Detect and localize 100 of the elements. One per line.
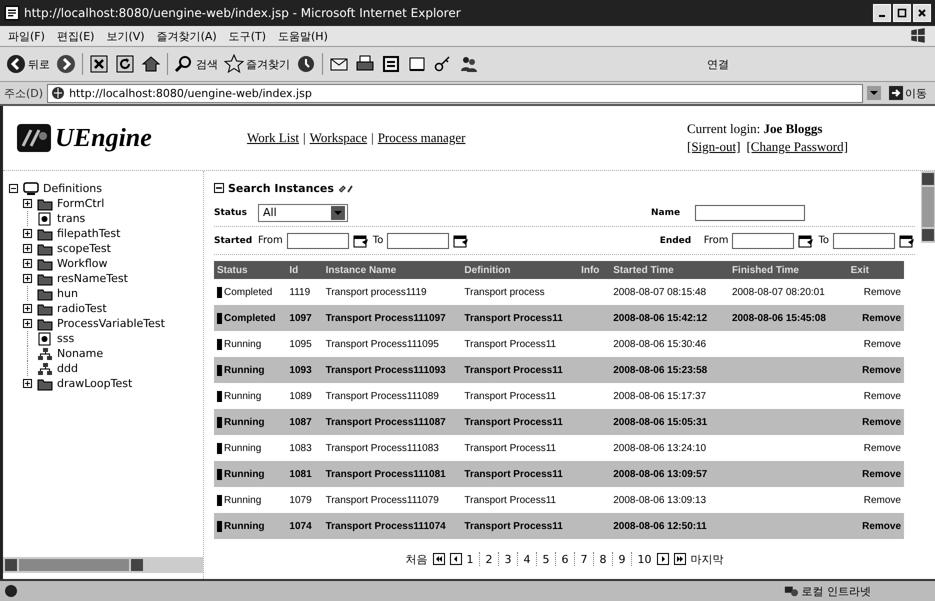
calendar-icon[interactable] (798, 234, 814, 248)
nav-link[interactable]: Work List (247, 130, 300, 146)
go-button[interactable]: 이동 (885, 86, 931, 100)
tree-item[interactable]: scopeTest (57, 242, 111, 255)
tree-item[interactable]: ProcessVariableTest (57, 317, 165, 330)
folder-icon (37, 256, 53, 270)
calendar-icon[interactable] (453, 234, 470, 248)
address-field[interactable]: http://localhost:8080/uengine-web/index.jsp (47, 84, 863, 102)
tree-item[interactable]: Noname (57, 347, 104, 360)
page-link[interactable]: 8 (600, 552, 606, 566)
current-login-text: Current login: Joe Bloggs (687, 121, 824, 137)
remove-link[interactable]: Remove (864, 442, 901, 454)
calendar-icon[interactable] (899, 234, 915, 248)
history-icon[interactable] (296, 54, 316, 74)
home-icon[interactable] (141, 54, 161, 74)
remove-link[interactable]: Remove (864, 338, 901, 350)
menu-item[interactable]: 도구(T) (228, 28, 266, 44)
first-page-link[interactable]: 처음 (406, 552, 428, 566)
menu-item[interactable]: 보기(V) (106, 28, 145, 44)
page-link[interactable]: 9 (618, 552, 626, 566)
date-field[interactable] (286, 232, 349, 248)
refresh-icon[interactable] (115, 54, 135, 74)
horizontal-scrollbar[interactable] (3, 557, 203, 573)
page-link[interactable]: 6 (562, 552, 568, 566)
vertical-scrollbar[interactable] (921, 171, 935, 243)
back-button[interactable]: 뒤로 (6, 54, 50, 74)
stop-icon[interactable] (89, 54, 109, 74)
links-label[interactable]: 연결 (707, 56, 729, 72)
first-page-icon[interactable] (432, 553, 444, 565)
security-zone-text: 로컬 인트라넷 (802, 584, 871, 598)
nav-link[interactable]: Workspace (310, 130, 368, 146)
nav-link[interactable]: Process manager (378, 130, 466, 146)
tree-item[interactable]: hun (57, 287, 78, 300)
menu-item[interactable]: 파일(F) (8, 28, 45, 44)
menu-item[interactable]: 도움말(H) (278, 28, 328, 44)
remove-link[interactable]: Remove (864, 390, 901, 402)
folder-icon (37, 196, 53, 210)
table-cell: 2008-08-06 13:09:57 (610, 461, 729, 487)
expand-toggle-icon[interactable] (21, 259, 33, 268)
date-field[interactable] (833, 232, 895, 248)
search-button[interactable]: 검색 (174, 54, 218, 74)
menu-item[interactable]: 즐겨찾기(A) (156, 28, 217, 44)
menu-item[interactable]: 편집(E) (56, 28, 94, 44)
close-button[interactable] (913, 4, 931, 22)
tree-item[interactable]: Workflow (57, 257, 108, 270)
folder-icon (37, 286, 53, 300)
table-cell: Running (217, 416, 265, 428)
last-page-icon[interactable] (674, 553, 686, 565)
page-link[interactable]: 3 (504, 552, 512, 566)
expand-toggle-icon[interactable] (21, 199, 33, 208)
name-field[interactable] (695, 204, 805, 220)
page-link[interactable]: 10 (638, 552, 652, 566)
tree-item[interactable]: resNameTest (57, 272, 128, 285)
maximize-button[interactable] (893, 4, 911, 22)
expand-toggle-icon[interactable] (21, 304, 33, 313)
table-cell: Running (217, 364, 265, 376)
close-icon (917, 8, 927, 18)
table-cell: Transport Process11 (461, 513, 578, 539)
messenger-icon[interactable] (459, 54, 479, 74)
page-link[interactable]: 4 (524, 552, 530, 566)
table-cell: Running (217, 390, 262, 402)
date-field[interactable] (387, 232, 450, 248)
field-label: Status (214, 208, 248, 218)
page-icon (4, 5, 20, 21)
tree-item[interactable]: filepathTest (57, 227, 120, 240)
remove-link[interactable]: Remove (864, 494, 901, 506)
last-page-link[interactable]: 마지막 (690, 552, 724, 566)
tree-item[interactable]: radioTest (57, 302, 107, 315)
page-link[interactable]: 7 (580, 552, 588, 566)
tree-item[interactable]: trans (57, 212, 86, 225)
account-link[interactable]: [Change Password] (746, 139, 848, 154)
calendar-icon[interactable] (352, 234, 369, 248)
previous-page-icon[interactable] (450, 553, 462, 565)
account-link[interactable]: [Sign-out] (687, 139, 740, 154)
table-cell: Transport Process11 (461, 305, 578, 331)
status-dropdown[interactable]: All (258, 204, 348, 222)
expand-toggle-icon[interactable] (21, 244, 33, 253)
page-link[interactable]: 2 (486, 552, 492, 566)
tree-item[interactable]: FormCtrl (57, 197, 104, 210)
page-link[interactable]: 1 (466, 552, 474, 566)
tree-item[interactable]: drawLoopTest (57, 377, 132, 390)
favorites-button[interactable]: 즐겨찾기 (224, 54, 290, 74)
next-page-icon[interactable] (656, 553, 668, 565)
collapse-toggle-icon[interactable] (7, 184, 19, 193)
search-icon (174, 54, 194, 74)
tree-item[interactable]: sss (57, 332, 74, 345)
remove-link[interactable]: Remove (864, 286, 901, 298)
column-header: Definition (461, 261, 578, 279)
expand-toggle-icon[interactable] (21, 379, 33, 388)
minimize-button[interactable] (873, 4, 891, 22)
from-label: From (258, 235, 283, 246)
date-field[interactable] (732, 232, 794, 248)
collapse-icon[interactable] (214, 183, 224, 193)
tree-item[interactable]: ddd (57, 362, 78, 375)
forward-button-icon[interactable] (56, 54, 76, 74)
tree-item[interactable]: Definitions (43, 182, 102, 195)
expand-toggle-icon[interactable] (21, 319, 33, 328)
page-link[interactable]: 5 (542, 552, 550, 566)
expand-toggle-icon[interactable] (21, 274, 33, 283)
expand-toggle-icon[interactable] (21, 229, 33, 238)
